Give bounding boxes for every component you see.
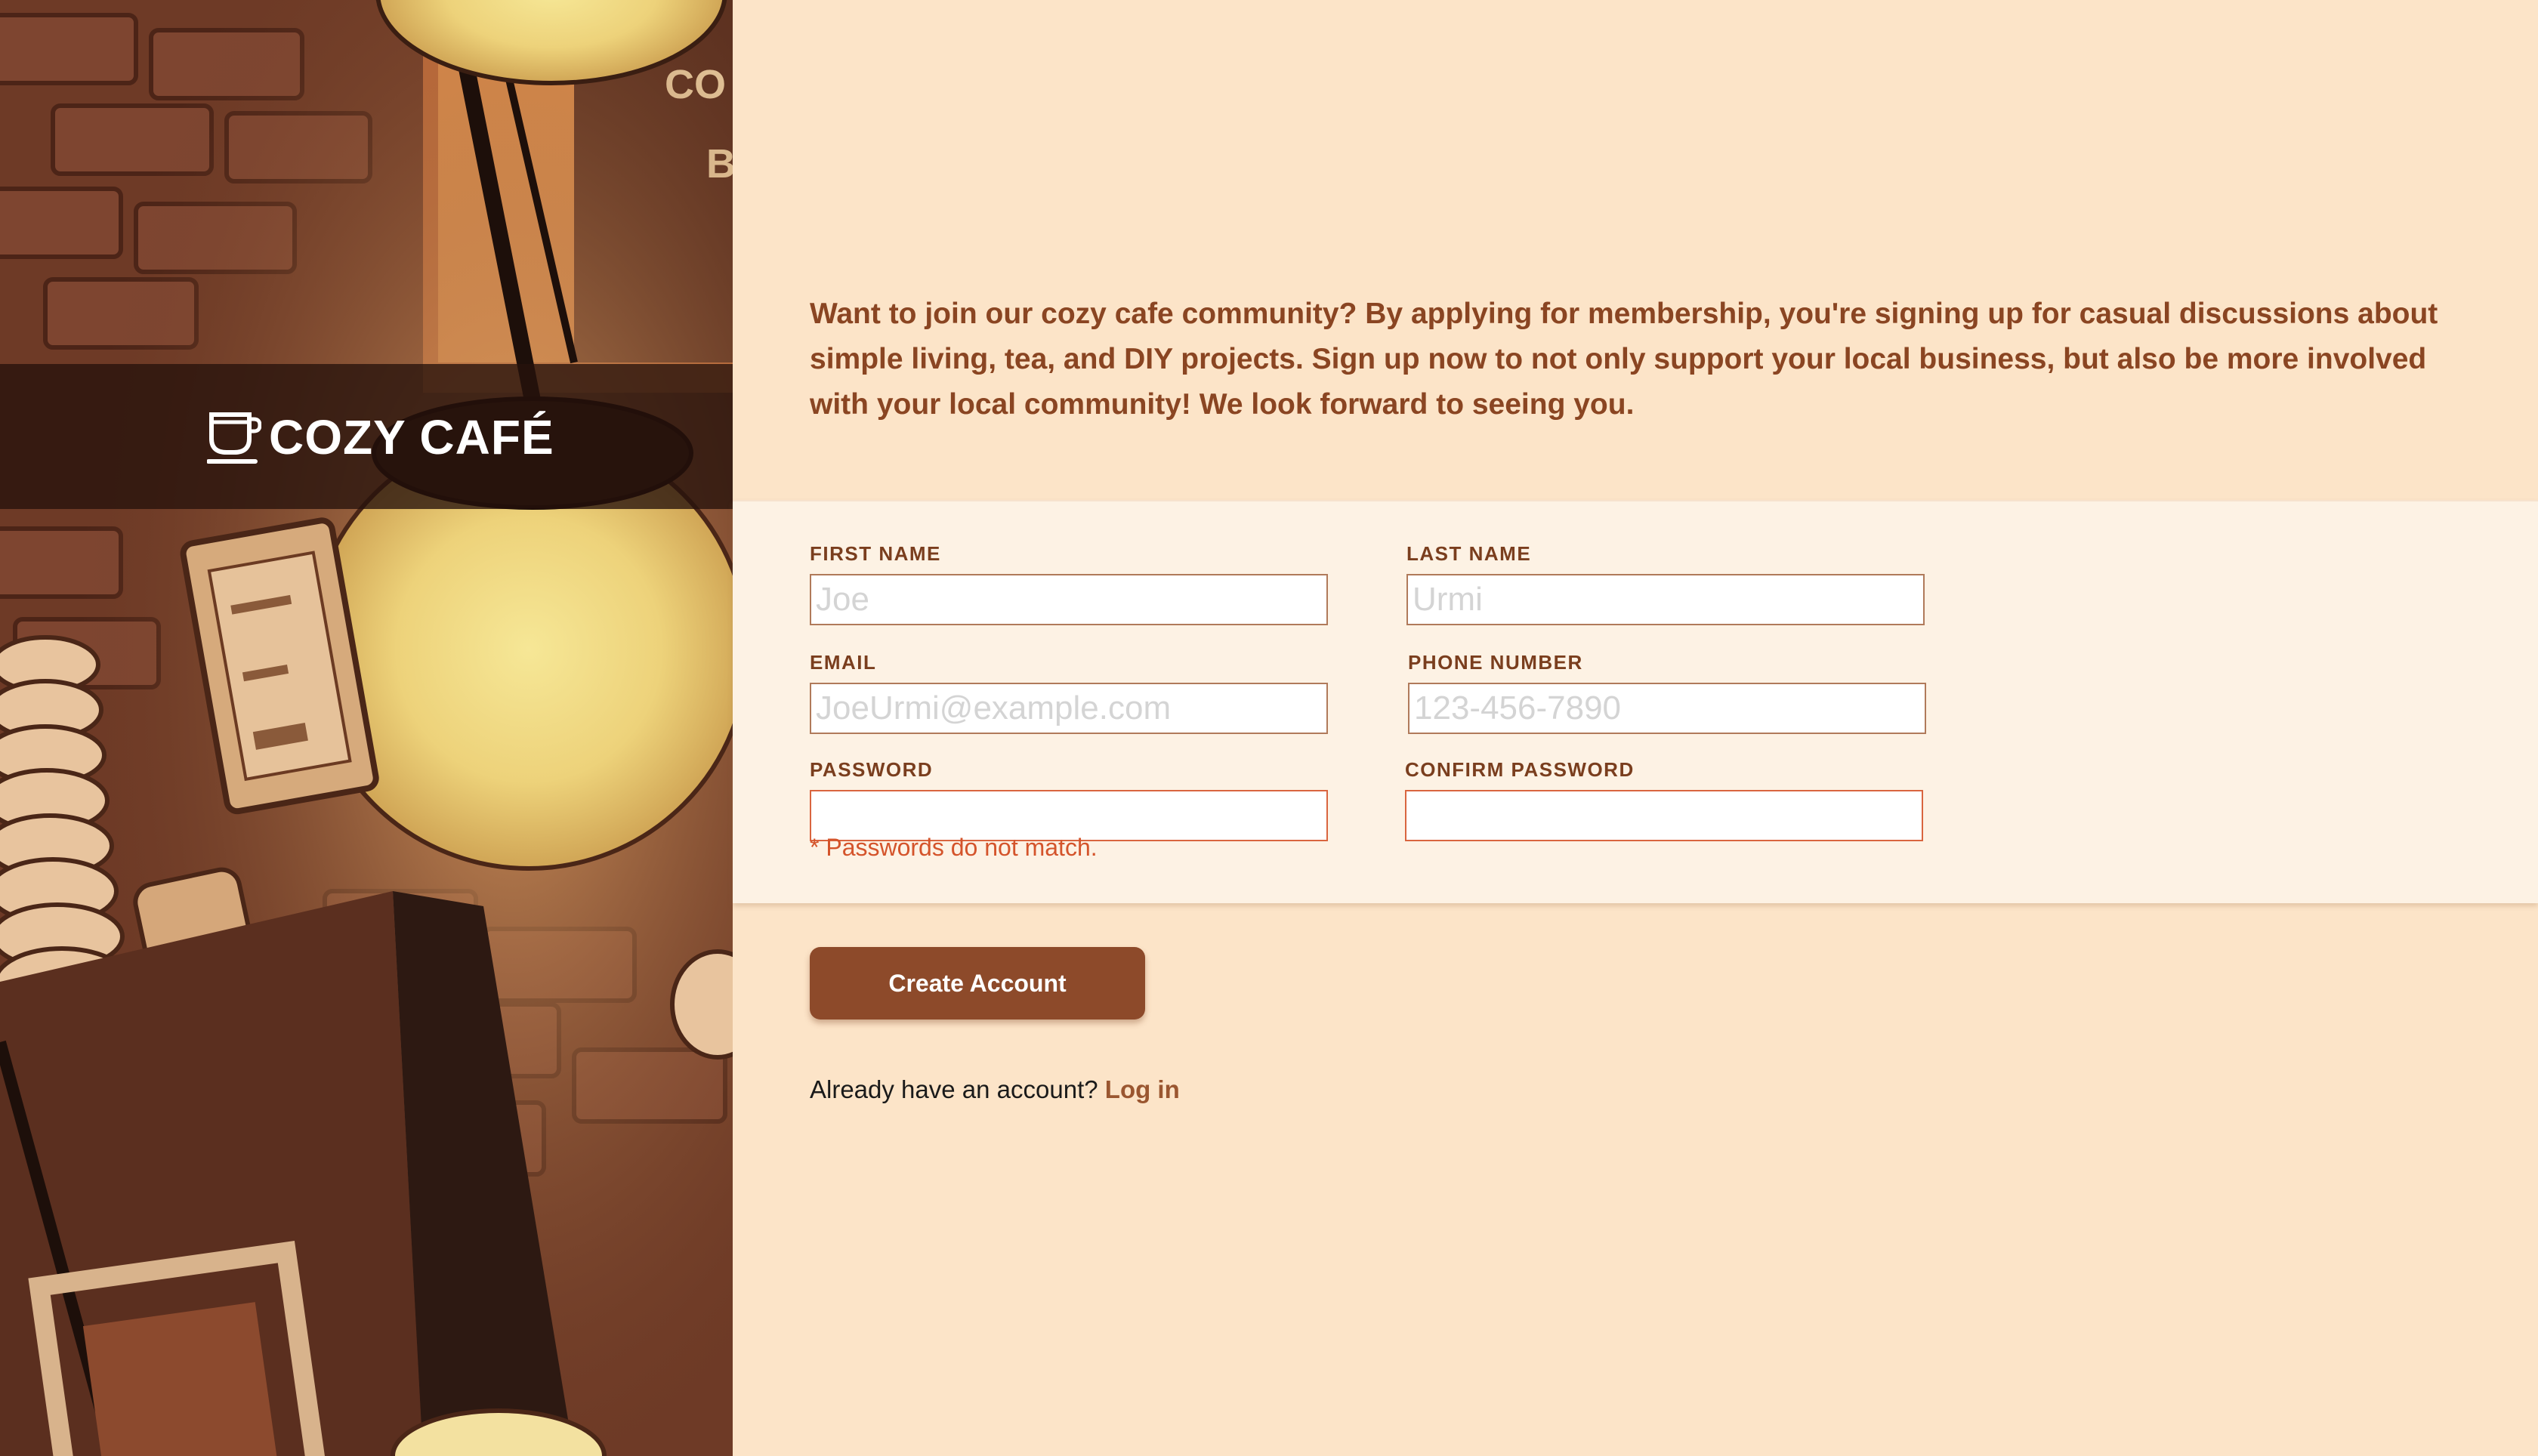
create-account-button[interactable]: Create Account <box>810 947 1145 1020</box>
confirm-password-input[interactable] <box>1405 790 1923 841</box>
signup-panel: Want to join our cozy cafe community? By… <box>733 0 2538 1456</box>
brand-logo[interactable]: COZY CAFÉ <box>207 408 554 467</box>
login-prompt: Already have an account? Log in <box>810 1075 1180 1104</box>
hero-illustration: CO B <box>0 0 733 1456</box>
password-error-message: * Passwords do not match. <box>810 834 1098 861</box>
intro-text: Want to join our cozy cafe community? By… <box>810 298 2438 421</box>
confirm-password-label: CONFIRM PASSWORD <box>1405 758 1635 781</box>
phone-field: PHONE NUMBER <box>1408 651 1926 734</box>
last-name-field: LAST NAME <box>1406 542 1925 625</box>
cafe-illustration: CO B <box>0 0 733 1456</box>
email-label: EMAIL <box>810 651 877 674</box>
phone-input[interactable] <box>1408 683 1926 734</box>
brand-name: COZY CAFÉ <box>269 410 554 464</box>
password-field: PASSWORD <box>810 758 1328 841</box>
email-input[interactable] <box>810 683 1328 734</box>
coffee-cup-icon <box>207 412 261 464</box>
last-name-label: LAST NAME <box>1406 542 1532 565</box>
email-field: EMAIL <box>810 651 1328 734</box>
last-name-input[interactable] <box>1406 574 1925 625</box>
login-prompt-text: Already have an account? <box>810 1075 1098 1103</box>
password-label: PASSWORD <box>810 758 934 781</box>
phone-label: PHONE NUMBER <box>1408 651 1583 674</box>
confirm-password-field: CONFIRM PASSWORD <box>1405 758 1923 841</box>
login-link[interactable]: Log in <box>1105 1075 1180 1103</box>
first-name-field: FIRST NAME <box>810 542 1328 625</box>
first-name-label: FIRST NAME <box>810 542 941 565</box>
first-name-input[interactable] <box>810 574 1328 625</box>
